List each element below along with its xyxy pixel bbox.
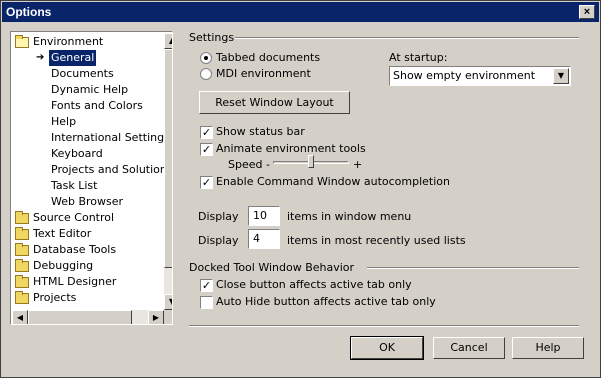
folder-icon xyxy=(15,275,29,288)
at-startup-label: At startup: xyxy=(389,51,448,64)
folder-icon xyxy=(15,259,29,272)
scroll-right-icon[interactable]: ▶ xyxy=(148,310,164,324)
speed-slider-thumb[interactable] xyxy=(308,155,314,168)
horizontal-scroll-thumb[interactable] xyxy=(28,310,132,324)
auto-hide-affects-checkbox[interactable] xyxy=(200,296,213,309)
settings-divider xyxy=(235,37,579,39)
reset-window-layout-button[interactable]: Reset Window Layout xyxy=(199,91,350,114)
tree-item-web-browser[interactable]: Web Browser xyxy=(51,194,123,210)
auto-hide-affects-label[interactable]: Auto Hide button affects active tab only xyxy=(216,295,436,308)
speed-plus-label: + xyxy=(353,158,363,171)
display-label-mru: Display xyxy=(198,234,239,247)
settings-group-label: Settings xyxy=(189,31,235,44)
animate-tools-label[interactable]: Animate environment tools xyxy=(216,142,366,155)
folder-icon xyxy=(15,227,29,240)
tree-item-help[interactable]: Help xyxy=(51,114,76,130)
display-label-window-menu: Display xyxy=(198,210,239,223)
tabbed-documents-radio[interactable] xyxy=(200,52,212,64)
startup-select-value: Show empty environment xyxy=(393,69,536,82)
close-button-affects-checkbox[interactable]: ✓ xyxy=(200,279,213,292)
folder-icon xyxy=(15,211,29,224)
mru-count-input[interactable]: 4 xyxy=(248,229,280,249)
window-menu-suffix: items in window menu xyxy=(287,210,412,223)
tree-vertical-scrollbar[interactable]: ▲ ▼ xyxy=(164,33,172,310)
options-dialog: Options × Environment ➔ General Document… xyxy=(0,0,601,378)
scroll-down-icon[interactable]: ▼ xyxy=(164,294,172,310)
autocompletion-checkbox[interactable]: ✓ xyxy=(200,176,213,189)
tree-item-fonts-and-colors[interactable]: Fonts and Colors xyxy=(51,98,143,114)
folder-icon xyxy=(15,243,29,256)
vertical-scroll-thumb[interactable] xyxy=(164,49,172,268)
tree-item-documents[interactable]: Documents xyxy=(51,66,114,82)
tree-item-projects-and-solutions[interactable]: Projects and Solutions xyxy=(51,162,172,178)
docked-group-label: Docked Tool Window Behavior xyxy=(189,261,355,274)
tree-horizontal-scrollbar[interactable]: ◀ ▶ xyxy=(12,310,164,324)
autocompletion-label[interactable]: Enable Command Window autocompletion xyxy=(216,175,450,188)
help-button[interactable]: Help xyxy=(512,337,584,359)
dialog-title: Options xyxy=(6,5,52,19)
tree-item-task-list[interactable]: Task List xyxy=(51,178,97,194)
cancel-button[interactable]: Cancel xyxy=(433,337,505,359)
scrollbar-corner xyxy=(164,310,172,324)
show-status-bar-label[interactable]: Show status bar xyxy=(216,125,305,138)
window-menu-count-input[interactable]: 10 xyxy=(248,206,280,226)
docked-divider xyxy=(367,267,579,269)
folder-icon xyxy=(15,291,29,304)
selected-arrow-icon: ➔ xyxy=(36,52,45,63)
scroll-left-icon[interactable]: ◀ xyxy=(12,310,28,324)
mdi-environment-label[interactable]: MDI environment xyxy=(216,67,311,80)
animate-tools-checkbox[interactable]: ✓ xyxy=(200,143,213,156)
tree-item-keyboard[interactable]: Keyboard xyxy=(51,146,103,162)
speed-label: Speed - xyxy=(228,158,270,171)
footer-divider xyxy=(189,325,579,327)
tree-item-international-settings[interactable]: International Settings xyxy=(51,130,170,146)
mdi-environment-radio[interactable] xyxy=(200,68,212,80)
close-button-affects-label[interactable]: Close button affects active tab only xyxy=(216,278,412,291)
ok-button[interactable]: OK xyxy=(350,336,424,360)
tree-item-general[interactable]: ➔ General xyxy=(13,50,153,66)
tabbed-documents-label[interactable]: Tabbed documents xyxy=(216,51,320,64)
chevron-down-icon[interactable]: ▼ xyxy=(553,68,569,84)
title-bar: Options × xyxy=(2,2,599,22)
category-tree[interactable]: Environment ➔ General Documents Dynamic … xyxy=(10,31,173,325)
open-folder-icon xyxy=(15,35,29,48)
show-status-bar-checkbox[interactable]: ✓ xyxy=(200,126,213,139)
mru-suffix: items in most recently used lists xyxy=(287,234,466,247)
tree-item-dynamic-help[interactable]: Dynamic Help xyxy=(51,82,128,98)
scroll-up-icon[interactable]: ▲ xyxy=(164,33,172,49)
close-icon[interactable]: × xyxy=(579,5,595,19)
startup-select[interactable]: Show empty environment ▼ xyxy=(389,66,571,86)
